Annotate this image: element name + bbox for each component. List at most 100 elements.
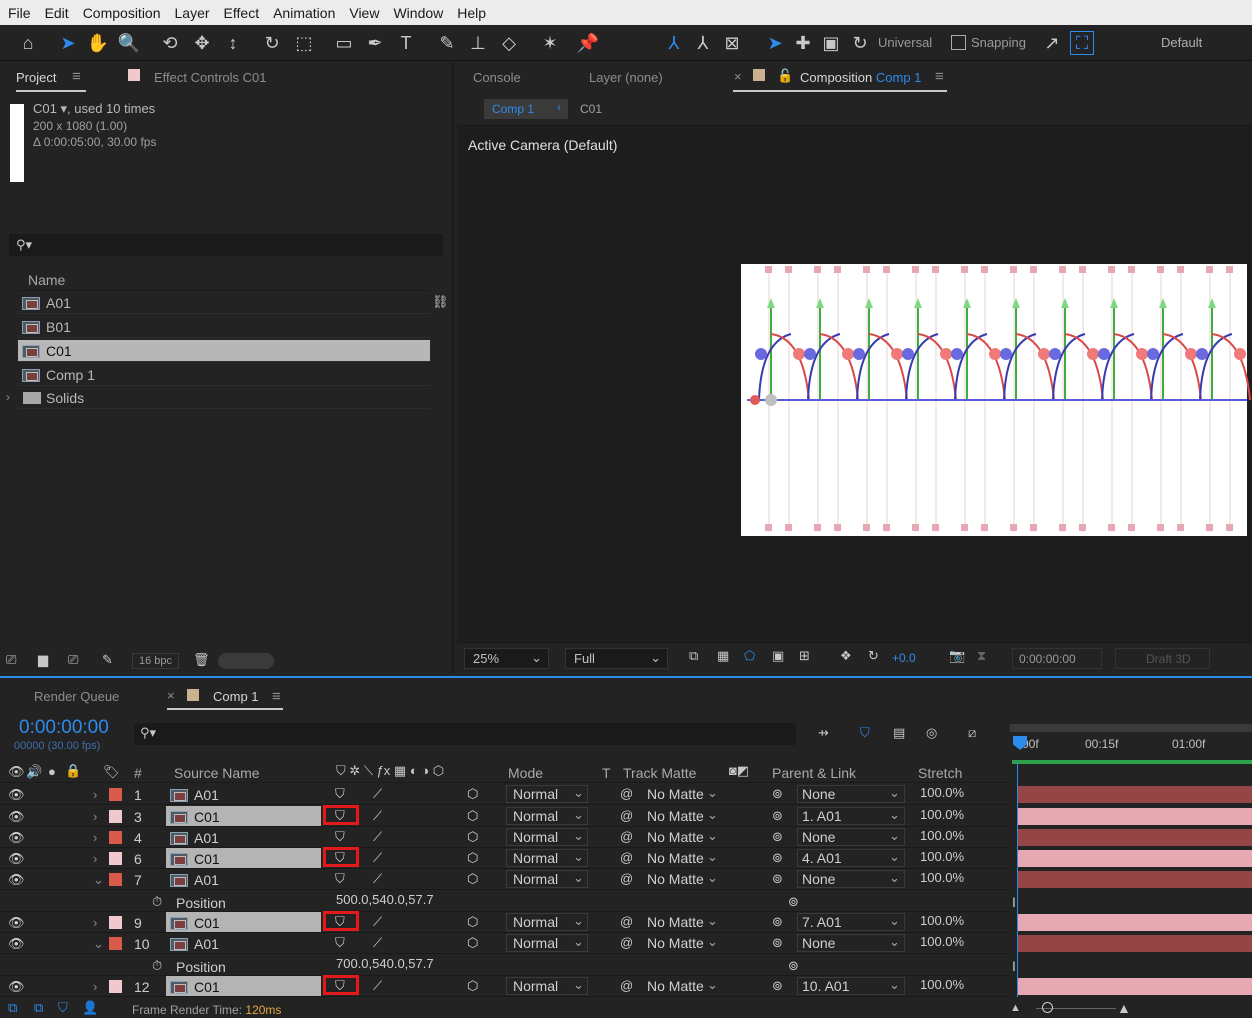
project-item[interactable]: Comp 1	[18, 364, 430, 386]
chevron-right-icon[interactable]: ›	[6, 390, 10, 404]
graph-editor-icon[interactable]: ⧄	[968, 725, 976, 741]
label-color-swatch[interactable]	[109, 937, 122, 950]
channel-icon[interactable]: ❖	[840, 648, 852, 664]
eraser-tool-icon[interactable]: ◇	[497, 31, 521, 55]
comp-flowchart-icon[interactable]: ⇸	[818, 725, 829, 741]
viewer-timecode[interactable]: 0:00:00:00	[1012, 648, 1102, 669]
eye-icon[interactable]: 👁	[8, 915, 25, 930]
collapse-transform-icon[interactable]: ⛉	[335, 829, 345, 845]
stretch-value[interactable]: 100.0%	[920, 913, 964, 928]
hand-tool-icon[interactable]: ✋	[86, 31, 110, 55]
mask-visibility-icon[interactable]: ⬠	[744, 648, 755, 664]
eye-icon[interactable]: 👁	[8, 809, 25, 824]
3d-layer-icon[interactable]: ⬡	[467, 808, 478, 824]
close-tab-icon[interactable]: ×	[167, 688, 175, 703]
layer-duration-bar[interactable]	[1018, 786, 1252, 803]
collapse-transform-icon[interactable]: ⛉	[335, 935, 345, 951]
stretch-value[interactable]: 100.0%	[920, 785, 964, 800]
stretch-value[interactable]: 100.0%	[920, 934, 964, 949]
chevron-down-icon[interactable]: ⌄	[93, 872, 104, 888]
tab-layer[interactable]: Layer (none)	[589, 70, 663, 85]
brush-tool-icon[interactable]: ✎	[435, 31, 459, 55]
matte-pickwhip-icon[interactable]: @	[620, 935, 633, 950]
matte-pickwhip-icon[interactable]: @	[620, 978, 633, 993]
label-color-swatch[interactable]	[109, 788, 122, 801]
label-color-swatch[interactable]	[109, 873, 122, 886]
layer-row[interactable]: 👁 › 4 A01 ⛉ ⟋ ⬡ Normal ⌄ @ No Matte ⌄ ⊚ None ⌄ 100.0%	[0, 827, 1010, 848]
toggle-transfer-icon[interactable]: ⛉	[58, 1000, 68, 1016]
mode-column-header[interactable]: Mode	[508, 765, 543, 781]
breadcrumb-c01[interactable]: C01	[580, 102, 602, 116]
chevron-right-icon[interactable]: ›	[93, 915, 97, 930]
stretch-value[interactable]: 100.0%	[920, 849, 964, 864]
parent-pickwhip-icon[interactable]: ⊚	[772, 829, 783, 845]
num-column-header[interactable]: #	[134, 765, 142, 781]
stretch-value[interactable]: 100.0%	[920, 870, 964, 885]
quality-icon[interactable]: ⟋	[373, 978, 382, 994]
label-color-swatch[interactable]	[109, 810, 122, 823]
quality-icon[interactable]: ⟋	[373, 786, 382, 802]
layer-row[interactable]: 👁 › 3 C01 ⛉ ⟋ ⬡ Normal ⌄ @ No Matte ⌄ ⊚ 1. A01 ⌄ 100.0%	[0, 806, 1010, 827]
selection-tool-icon[interactable]: ➤	[56, 31, 80, 55]
matte-switch-icon[interactable]: ◙◩	[729, 763, 749, 779]
universal-label[interactable]: Universal	[878, 35, 932, 50]
collapse-transform-icon[interactable]: ⛉	[335, 871, 345, 887]
thumbnail-slider[interactable]	[218, 653, 274, 669]
tab-console[interactable]: Console	[473, 70, 521, 85]
zoom-in-icon[interactable]: ▲	[1117, 1000, 1131, 1016]
trash-icon[interactable]: 🗑	[193, 652, 210, 668]
layer-source-name[interactable]: C01	[194, 851, 220, 867]
quality-icon[interactable]: ⟋	[373, 871, 382, 887]
shy-switch-icon[interactable]: ⛉	[860, 725, 870, 741]
property-value[interactable]: 500.0,540.0,57.7	[336, 892, 434, 907]
snapping-checkbox[interactable]	[951, 35, 966, 50]
project-item[interactable]: B01	[18, 316, 430, 338]
parent-pickwhip-icon[interactable]: ⊚	[772, 935, 783, 951]
video-switch-icon[interactable]: 👁	[8, 764, 25, 780]
bit-depth-button[interactable]: 16 bpc	[132, 653, 180, 669]
menu-item-window[interactable]: Window	[385, 5, 449, 21]
comp-canvas[interactable]	[741, 264, 1252, 540]
quality-icon[interactable]: ⟋	[373, 914, 382, 930]
pen-tool-icon[interactable]: ✒	[363, 31, 387, 55]
panel-menu-icon[interactable]: ≡	[72, 68, 81, 85]
menu-item-effect[interactable]: Effect	[216, 5, 266, 21]
track-matte-value[interactable]: No Matte	[647, 850, 704, 866]
eye-icon[interactable]: 👁	[8, 830, 25, 845]
layer-source-name[interactable]: A01	[194, 787, 219, 803]
toggle-render-time-icon[interactable]: 👤	[82, 1000, 98, 1016]
resolution-select[interactable]: Full ⌄	[565, 648, 668, 669]
flowchart-icon[interactable]: ⛓	[432, 294, 449, 310]
label-color-swatch[interactable]	[109, 980, 122, 993]
label-color-swatch[interactable]	[109, 916, 122, 929]
layer-source-name[interactable]: C01	[194, 979, 220, 995]
chevron-right-icon[interactable]: ›	[93, 787, 97, 802]
tab-project[interactable]: Project	[16, 70, 56, 85]
view-axis-icon[interactable]: ⊠	[720, 31, 744, 55]
project-item[interactable]: › Solids	[6, 387, 430, 409]
breadcrumb-comp[interactable]: Comp 1	[484, 99, 568, 119]
matte-pickwhip-icon[interactable]: @	[620, 829, 633, 844]
3d-layer-icon[interactable]: ⬡	[467, 786, 478, 802]
snapping-label[interactable]: Snapping	[971, 35, 1026, 50]
matte-pickwhip-icon[interactable]: @	[620, 786, 633, 801]
quality-icon[interactable]: ⟋	[373, 829, 382, 845]
local-axis-icon[interactable]: ⅄	[662, 31, 686, 55]
rotate-3d-icon[interactable]: ↻	[848, 31, 872, 55]
quality-icon[interactable]: ⟋	[373, 935, 382, 951]
audio-switch-icon[interactable]: 🔊	[26, 764, 42, 780]
layer-duration-bar[interactable]	[1018, 978, 1252, 995]
toggle-switches-icon[interactable]: ⧉	[34, 1000, 43, 1016]
track-matte-value[interactable]: No Matte	[647, 935, 704, 951]
stopwatch-icon[interactable]: ⏱	[152, 958, 162, 974]
label-column-icon[interactable]: 🏷	[103, 764, 120, 780]
layer-duration-bar[interactable]	[1018, 850, 1252, 867]
3d-layer-icon[interactable]: ⬡	[467, 935, 478, 951]
puppet-pin-icon[interactable]: 📌	[576, 31, 600, 55]
parent-pickwhip-icon[interactable]: ⊚	[772, 978, 783, 994]
3d-layer-icon[interactable]: ⬡	[467, 850, 478, 866]
matte-pickwhip-icon[interactable]: @	[620, 850, 633, 865]
parent-link-column-header[interactable]: Parent & Link	[772, 765, 856, 781]
project-search-input[interactable]: ⚲▾	[9, 234, 443, 256]
quality-icon[interactable]: ⟋	[373, 808, 382, 824]
